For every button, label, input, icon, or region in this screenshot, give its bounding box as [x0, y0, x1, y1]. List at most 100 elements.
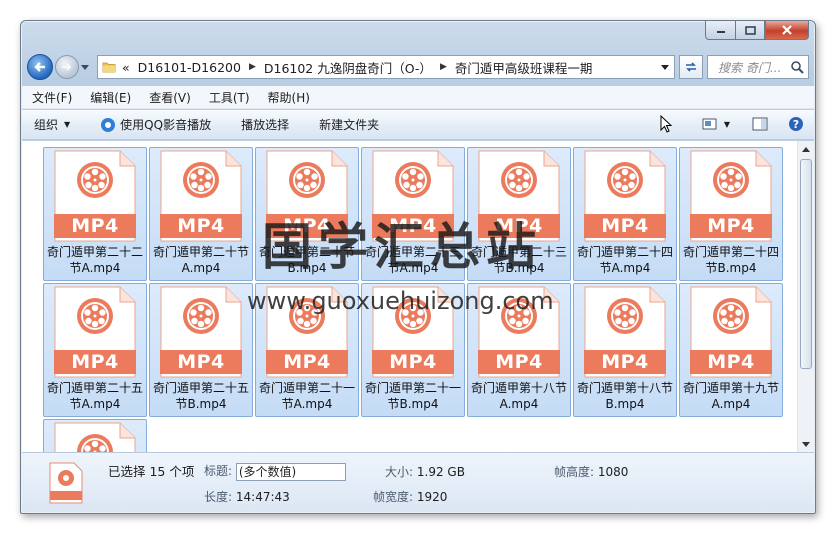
file-item[interactable]: MP4 奇门遁甲第二十三节B.mp4	[467, 147, 571, 281]
search-input[interactable]: 搜索 奇门...	[707, 55, 809, 79]
film-reel-icon	[395, 162, 431, 198]
recent-pages-dropdown[interactable]	[79, 55, 91, 79]
vertical-scrollbar[interactable]	[797, 141, 814, 453]
file-item[interactable]: MP4 奇门遁甲第二十五节A.mp4	[43, 283, 147, 417]
file-type-badge: MP4	[372, 350, 454, 374]
selection-count: 已选择 15 个项	[108, 464, 195, 479]
menu-file[interactable]: 文件(F)	[32, 89, 72, 106]
film-reel-icon	[289, 162, 325, 198]
mp4-file-icon: MP4	[266, 150, 348, 242]
frame-width-field: 帧宽度: 1920	[373, 488, 447, 505]
title-label: 标题:	[204, 464, 233, 478]
help-button[interactable]: ?	[788, 116, 804, 132]
length-value: 14:47:43	[235, 490, 290, 504]
file-type-badge: MP4	[266, 214, 348, 238]
file-item[interactable]: MP4 奇门遁甲第二十一节B.mp4	[361, 283, 465, 417]
chevron-down-icon	[661, 64, 669, 70]
file-item[interactable]: MP4 奇门遁甲第十八节A.mp4	[467, 283, 571, 417]
file-name: 奇门遁甲第十九节A.mp4	[683, 381, 780, 411]
play-selection-button[interactable]: 播放选择	[241, 116, 289, 133]
help-icon: ?	[789, 117, 803, 131]
frame-width-label: 帧宽度:	[373, 490, 414, 504]
mp4-file-icon: MP4	[266, 286, 348, 378]
film-reel-icon	[395, 298, 431, 334]
file-item[interactable]: MP4 奇门遁甲第二十五节B.mp4	[149, 283, 253, 417]
file-name: 奇门遁甲第十八节A.mp4	[471, 381, 568, 411]
breadcrumb-item[interactable]: D16101-D16200	[138, 60, 241, 75]
file-name: 奇门遁甲第二十三节B.mp4	[471, 245, 568, 275]
file-item[interactable]: MP4 奇门遁甲第十八节B.mp4	[573, 283, 677, 417]
file-name: 奇门遁甲第二十四节A.mp4	[577, 245, 674, 275]
preview-pane-button[interactable]	[752, 117, 768, 131]
scroll-down-button[interactable]	[798, 436, 814, 453]
arrow-right-icon	[62, 63, 72, 71]
mp4-file-icon: MP4	[160, 286, 242, 378]
selection-thumbnail-icon	[49, 462, 83, 504]
file-item[interactable]: MP4	[43, 419, 147, 453]
mp4-file-icon: MP4	[584, 286, 666, 378]
file-item[interactable]: MP4 奇门遁甲第二十一节A.mp4	[255, 283, 359, 417]
frame-height-field: 帧高度: 1080	[554, 463, 628, 480]
file-name: 奇门遁甲第二十四节B.mp4	[683, 245, 780, 275]
minimize-button[interactable]	[705, 21, 735, 40]
film-reel-icon	[713, 298, 749, 334]
svg-text:?: ?	[793, 118, 799, 131]
scroll-up-button[interactable]	[798, 141, 814, 158]
new-folder-button[interactable]: 新建文件夹	[319, 116, 379, 133]
breadcrumb-item[interactable]: 奇门遁甲高级班课程一期	[455, 58, 593, 77]
back-button[interactable]	[27, 54, 53, 80]
maximize-button[interactable]	[735, 21, 765, 40]
file-type-badge: MP4	[266, 350, 348, 374]
forward-button[interactable]	[55, 55, 79, 79]
arrow-left-icon	[34, 62, 45, 72]
minimize-icon	[716, 31, 725, 33]
chevron-down-icon: ▼	[723, 119, 730, 129]
file-list-view: MP4 奇门遁甲第二十二节A.mp4 MP4 奇门遁甲第二十节A.mp4 MP4…	[22, 141, 814, 453]
menu-view[interactable]: 查看(V)	[149, 89, 191, 106]
search-icon[interactable]	[790, 60, 804, 74]
breadcrumb: D16101-D16200 ▶ D16102 九逸阴盘奇门（O-） ▶ 奇门遁甲…	[138, 58, 593, 77]
menu-tools[interactable]: 工具(T)	[209, 89, 250, 106]
file-item[interactable]: MP4 奇门遁甲第二十四节A.mp4	[573, 147, 677, 281]
address-bar[interactable]: « D16101-D16200 ▶ D16102 九逸阴盘奇门（O-） ▶ 奇门…	[97, 55, 675, 79]
file-item[interactable]: MP4 奇门遁甲第十九节A.mp4	[679, 283, 783, 417]
title-input[interactable]: (多个数值)	[235, 462, 346, 481]
file-grid: MP4 奇门遁甲第二十二节A.mp4 MP4 奇门遁甲第二十节A.mp4 MP4…	[43, 147, 788, 453]
file-item[interactable]: MP4 奇门遁甲第二十二节A.mp4	[43, 147, 147, 281]
frame-width-value: 1920	[416, 490, 448, 504]
refresh-button[interactable]	[679, 55, 703, 79]
file-item[interactable]: MP4 奇门遁甲第二十四节B.mp4	[679, 147, 783, 281]
qq-player-icon	[101, 117, 116, 132]
file-name: 奇门遁甲第十八节B.mp4	[577, 381, 674, 411]
address-dropdown[interactable]	[656, 56, 674, 78]
menu-help[interactable]: 帮助(H)	[268, 89, 310, 106]
frame-height-value: 1080	[597, 465, 629, 479]
file-item[interactable]: MP4 奇门遁甲第二十节A.mp4	[149, 147, 253, 281]
size-field: 大小: 1.92 GB	[385, 463, 465, 480]
change-view-button[interactable]: ▼	[702, 117, 730, 131]
breadcrumb-overflow[interactable]: «	[122, 60, 130, 75]
menu-edit[interactable]: 编辑(E)	[90, 89, 131, 106]
play-qq-button[interactable]: 使用QQ影音播放	[100, 116, 211, 133]
breadcrumb-item[interactable]: D16102 九逸阴盘奇门（O-）	[264, 58, 432, 77]
organize-button[interactable]: 组织 ▼	[34, 116, 70, 133]
breadcrumb-separator-icon[interactable]: ▶	[249, 62, 256, 72]
organize-label: 组织	[34, 118, 59, 132]
file-item[interactable]: MP4 奇门遁甲第二十三节A.mp4	[361, 147, 465, 281]
file-type-badge: MP4	[54, 214, 136, 238]
scroll-thumb[interactable]	[800, 159, 812, 369]
chevron-down-icon: ▼	[64, 120, 71, 129]
cursor-icon	[660, 115, 672, 133]
chevron-down-icon	[802, 442, 810, 447]
film-reel-icon	[713, 162, 749, 198]
mp4-file-icon: MP4	[54, 286, 136, 378]
details-pane: 已选择 15 个项 标题: (多个数值) 大小: 1.92 GB 帧高度: 10…	[22, 452, 814, 512]
close-button[interactable]	[765, 21, 809, 40]
close-icon	[782, 25, 792, 35]
breadcrumb-separator-icon[interactable]: ▶	[440, 62, 447, 72]
view-controls: ▼ ?	[646, 115, 804, 133]
file-type-badge: MP4	[478, 350, 560, 374]
file-name: 奇门遁甲第二十五节A.mp4	[47, 381, 144, 411]
file-type-badge: MP4	[584, 350, 666, 374]
file-item[interactable]: MP4 奇门遁甲第二十节B.mp4	[255, 147, 359, 281]
